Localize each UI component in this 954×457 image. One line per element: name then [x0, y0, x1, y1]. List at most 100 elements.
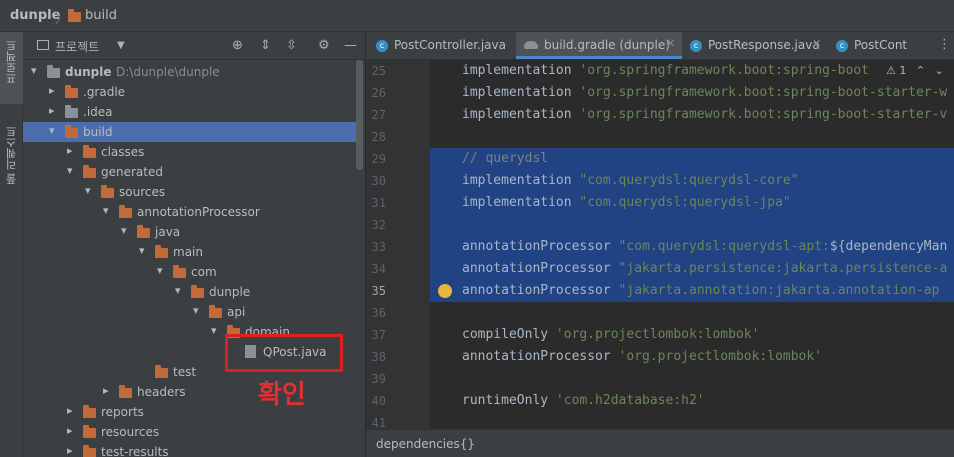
more-tabs-icon[interactable]: ⋮ [938, 37, 951, 52]
view-dropdown-icon[interactable]: ▼ [117, 40, 125, 51]
chevron-down-icon[interactable]: ▾ [31, 64, 37, 77]
line-number: 40 [371, 394, 386, 408]
tree-item[interactable]: ▾ generated [23, 162, 356, 182]
hide-icon[interactable]: — [344, 38, 357, 53]
gradle-icon [524, 41, 538, 49]
code-line: implementation 'org.springframework.boot… [430, 60, 954, 82]
code-token: 'org.projectlombok:lombok' [555, 327, 760, 342]
breadcrumb-root[interactable]: dunple [10, 8, 60, 23]
tree-item-label: test-results [101, 445, 169, 457]
tab-post-cont[interactable]: c PostCont [828, 32, 928, 59]
tree-item[interactable]: ▸ classes [23, 142, 356, 162]
chevron-right-icon[interactable]: ▸ [67, 444, 73, 457]
tree-item-label: main [173, 245, 203, 259]
folder-icon [65, 125, 78, 138]
chevron-right-icon[interactable]: ▸ [49, 84, 55, 97]
tab-label: PostController.java [394, 38, 506, 52]
warning-count: 1 [899, 64, 907, 77]
chevron-down-icon[interactable]: ▾ [211, 324, 217, 337]
code-line: annotationProcessor "jakarta.persistence… [430, 258, 954, 280]
tree-item-label: generated [101, 165, 163, 179]
tree-item[interactable]: ▸ test-results [23, 442, 356, 457]
line-number: 33 [371, 240, 386, 254]
chevron-right-icon[interactable]: ▸ [103, 384, 109, 397]
close-icon[interactable]: ✕ [666, 37, 675, 50]
tree-item-label: dunple [209, 285, 251, 299]
tree-item[interactable]: ▾ build [23, 122, 356, 142]
code-line: // querydsl [430, 148, 954, 170]
tree-item-label: .gradle [83, 85, 126, 99]
chevron-down-icon[interactable]: ▾ [85, 184, 91, 197]
line-number: 30 [371, 174, 386, 188]
chevron-down-icon[interactable]: ▾ [67, 164, 73, 177]
line-number: 38 [371, 350, 386, 364]
folder-icon [68, 9, 81, 22]
code-token: annotationProcessor [462, 239, 619, 254]
tree-item[interactable]: ▸ .idea [23, 102, 356, 122]
tree-item[interactable]: ▾ dunple D:\dunple\dunple [23, 62, 356, 82]
tree-item[interactable]: ▾ java [23, 222, 356, 242]
tree-item[interactable]: ▾ com [23, 262, 356, 282]
code-line: implementation "com.querydsl:querydsl-jp… [430, 192, 954, 214]
tree-item[interactable]: ▾ main [23, 242, 356, 262]
project-panel-title[interactable]: 프로젝트 [55, 38, 99, 55]
tree-item[interactable]: ▸ .gradle [23, 82, 356, 102]
chevron-down-icon[interactable]: ▾ [175, 284, 181, 297]
line-number: 39 [371, 372, 386, 386]
code-token: runtimeOnly [462, 393, 556, 408]
project-stripe-button[interactable]: 프로젝트 [0, 32, 23, 104]
code-token: "com.querydsl:querydsl-core" [579, 173, 799, 188]
code-token: implementation [462, 173, 580, 188]
tree-item[interactable]: ▸ resources [23, 422, 356, 442]
chevron-right-icon[interactable]: ▸ [67, 404, 73, 417]
highlight-box [225, 334, 343, 372]
code-breadcrumb[interactable]: dependencies{} [376, 437, 475, 451]
expand-all-icon[interactable]: ⇕ [260, 38, 271, 53]
class-icon: c [376, 40, 388, 52]
chevron-right-icon[interactable]: ▸ [67, 144, 73, 157]
code-line: annotationProcessor "jakarta.annotation:… [430, 280, 954, 302]
tree-item-label: api [227, 305, 246, 319]
next-highlight-icon[interactable]: ⌄ [935, 64, 944, 77]
tree-item[interactable]: ▾ annotationProcessor [23, 202, 356, 222]
code-line: compileOnly 'org.projectlombok:lombok' [430, 324, 954, 346]
line-number: 25 [371, 64, 386, 78]
lightbulb-icon[interactable] [438, 284, 452, 298]
chevron-down-icon[interactable]: ▾ [121, 224, 127, 237]
code-editor[interactable]: implementation 'org.springframework.boot… [430, 60, 954, 429]
collapse-all-icon[interactable]: ⇳ [286, 38, 297, 53]
code-token: 'org.projectlombok:lombok' [618, 349, 823, 364]
tree-item[interactable]: ▾ dunple [23, 282, 356, 302]
chevron-down-icon[interactable]: ▾ [157, 264, 163, 277]
tree-item-label: dunple [65, 65, 112, 79]
tree-scrollbar[interactable] [356, 60, 363, 170]
tree-item[interactable]: ▾ sources [23, 182, 356, 202]
previous-highlight-icon[interactable]: ⌃ [916, 64, 925, 77]
code-token: annotationProcessor [462, 261, 619, 276]
tab-build-gradle[interactable]: build.gradle (dunple) ✕ [516, 32, 682, 59]
chevron-right-icon[interactable]: ▸ [67, 424, 73, 437]
inspection-widget[interactable]: ⚠ 1 ⌃ ⌄ [886, 64, 944, 77]
code-line: runtimeOnly 'com.h2database:h2' [430, 390, 954, 412]
chevron-right-icon[interactable]: ▸ [49, 104, 55, 117]
tab-post-response[interactable]: c PostResponse.java ✕ [682, 32, 828, 59]
chevron-down-icon[interactable]: ▾ [193, 304, 199, 317]
code-token: 'com.h2database:h2' [555, 393, 705, 408]
tree-item[interactable]: ▾ api [23, 302, 356, 322]
chevron-down-icon[interactable]: ▾ [103, 204, 109, 217]
tree-item[interactable]: ▸ reports [23, 402, 356, 422]
close-icon[interactable]: ✕ [812, 37, 821, 50]
tab-post-controller[interactable]: c PostController.java [366, 32, 516, 59]
tree-item[interactable]: ▸ headers [23, 382, 356, 402]
chevron-down-icon[interactable]: ▾ [139, 244, 145, 257]
annotation-text: 확인 [258, 380, 306, 410]
breadcrumb-child[interactable]: build [85, 8, 117, 23]
locate-icon[interactable]: ⊕ [232, 38, 243, 53]
gear-icon[interactable]: ⚙ [318, 38, 330, 53]
pull-request-stripe-button[interactable]: 풀 리퀘스트 [0, 120, 23, 200]
tree-item-label: .idea [83, 105, 113, 119]
tree-item-label: reports [101, 405, 144, 419]
folder-icon [155, 365, 168, 378]
chevron-down-icon[interactable]: ▾ [49, 124, 55, 137]
